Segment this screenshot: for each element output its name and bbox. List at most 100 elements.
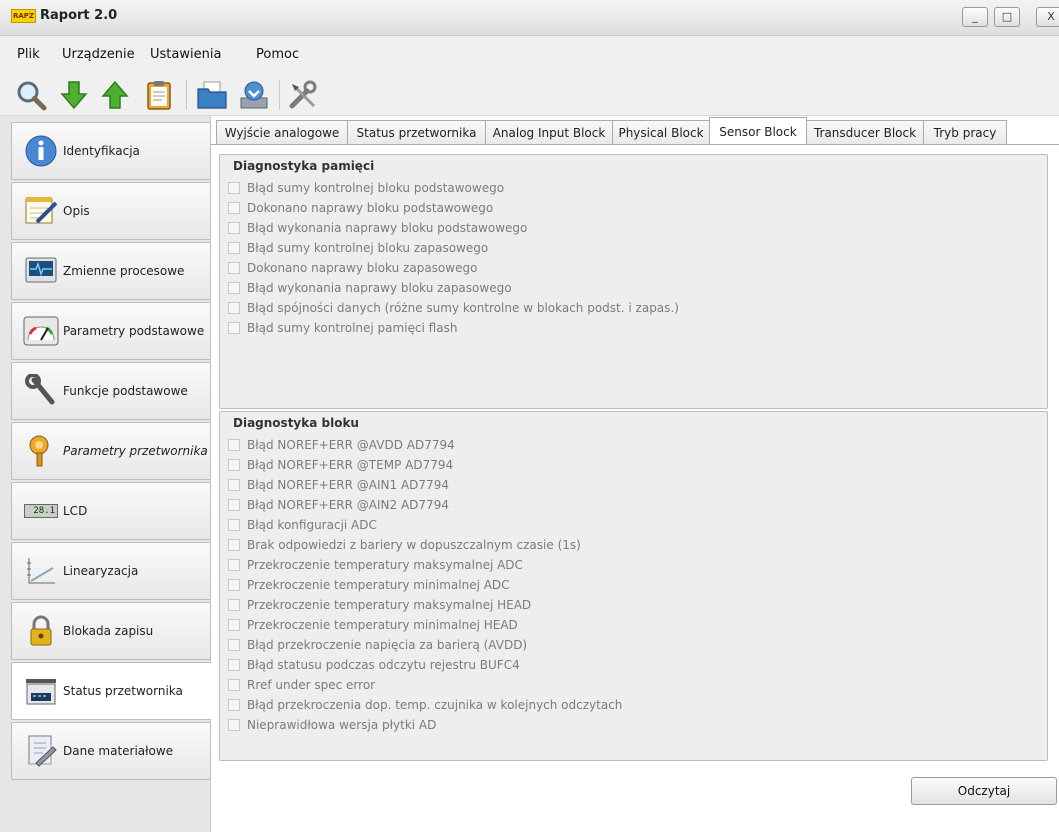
sidebar-item-parametry-podstawowe[interactable]: Parametry podstawowe bbox=[11, 302, 211, 360]
menu-bar: Plik Urządzenie Ustawienia Pomoc bbox=[0, 36, 1059, 72]
search-icon[interactable] bbox=[14, 78, 48, 112]
tab-transducer-block[interactable]: Transducer Block bbox=[806, 120, 924, 145]
document-icon bbox=[21, 731, 61, 771]
block-checkbox-row: Błąd przekroczenia dop. temp. czujnika w… bbox=[228, 696, 622, 714]
transmitter-icon bbox=[21, 431, 61, 471]
tab-sensor-block[interactable]: Sensor Block bbox=[709, 117, 807, 146]
sidebar-item-linearyzacja[interactable]: Linearyzacja bbox=[11, 542, 211, 600]
download-arrow-icon[interactable] bbox=[57, 78, 91, 112]
checkbox[interactable] bbox=[228, 579, 240, 591]
sidebar: Identyfikacja Opis Zmienne procesowe Par… bbox=[0, 116, 212, 832]
memory-checkbox-row: Błąd sumy kontrolnej pamięci flash bbox=[228, 319, 457, 337]
checkbox[interactable] bbox=[228, 699, 240, 711]
checkbox[interactable] bbox=[228, 639, 240, 651]
close-button[interactable]: X bbox=[1036, 7, 1059, 27]
memory-checkbox-row: Dokonano naprawy bloku podstawowego bbox=[228, 199, 493, 217]
monitor-pulse-icon bbox=[21, 251, 61, 291]
save-drive-icon[interactable] bbox=[237, 78, 271, 112]
tab-analog-input-block[interactable]: Analog Input Block bbox=[485, 120, 613, 145]
memory-checkbox-row: Błąd sumy kontrolnej bloku podstawowego bbox=[228, 179, 504, 197]
menu-pomoc[interactable]: Pomoc bbox=[256, 47, 299, 62]
wrench-icon bbox=[21, 371, 61, 411]
block-checkbox-row: Nieprawidłowa wersja płytki AD bbox=[228, 716, 436, 734]
memory-checkbox-row: Dokonano naprawy bloku zapasowego bbox=[228, 259, 477, 277]
padlock-icon bbox=[21, 611, 61, 651]
block-checkbox-row: Brak odpowiedzi z bariery w dopuszczalny… bbox=[228, 536, 581, 554]
sidebar-item-parametry-przetwornika[interactable]: Parametry przetwornika bbox=[11, 422, 211, 480]
checkbox[interactable] bbox=[228, 599, 240, 611]
memory-checkbox-row: Błąd wykonania naprawy bloku podstawoweg… bbox=[228, 219, 527, 237]
sidebar-item-identyfikacja[interactable]: Identyfikacja bbox=[11, 122, 211, 180]
gauge-icon bbox=[21, 311, 61, 351]
checkbox[interactable] bbox=[228, 619, 240, 631]
memory-checkbox-row: Błąd spójności danych (różne sumy kontro… bbox=[228, 299, 679, 317]
group-title: Diagnostyka pamięci bbox=[233, 159, 375, 173]
checkbox[interactable] bbox=[228, 182, 240, 194]
memory-checkbox-row: Błąd sumy kontrolnej bloku zapasowego bbox=[228, 239, 488, 257]
block-checkbox-row: Przekroczenie temperatury minimalnej ADC bbox=[228, 576, 510, 594]
block-checkbox-row: Przekroczenie temperatury maksymalnej AD… bbox=[228, 556, 523, 574]
tools-icon[interactable] bbox=[286, 78, 320, 112]
block-checkbox-row: Błąd NOREF+ERR @TEMP AD7794 bbox=[228, 456, 453, 474]
menu-ustawienia[interactable]: Ustawienia bbox=[150, 47, 221, 62]
window-title: Raport 2.0 bbox=[40, 8, 118, 23]
title-bar: RAPZ Raport 2.0 _ □ X bbox=[0, 0, 1059, 36]
checkbox[interactable] bbox=[228, 222, 240, 234]
clipboard-icon[interactable] bbox=[142, 78, 176, 112]
notepad-icon bbox=[21, 191, 61, 231]
checkbox[interactable] bbox=[228, 659, 240, 671]
block-checkbox-row: Rref under spec error bbox=[228, 676, 375, 694]
checkbox[interactable] bbox=[228, 459, 240, 471]
block-checkbox-row: Błąd statusu podczas odczytu rejestru BU… bbox=[228, 656, 520, 674]
checkbox[interactable] bbox=[228, 519, 240, 531]
upload-arrow-icon[interactable] bbox=[98, 78, 132, 112]
maximize-button[interactable]: □ bbox=[994, 7, 1020, 27]
menu-plik[interactable]: Plik bbox=[17, 47, 40, 62]
block-checkbox-row: Błąd konfiguracji ADC bbox=[228, 516, 377, 534]
checkbox[interactable] bbox=[228, 479, 240, 491]
block-checkbox-row: Błąd NOREF+ERR @AIN2 AD7794 bbox=[228, 496, 449, 514]
checkbox[interactable] bbox=[228, 282, 240, 294]
graph-icon bbox=[21, 551, 61, 591]
open-folder-icon[interactable] bbox=[195, 78, 229, 112]
status-device-icon bbox=[21, 671, 61, 711]
toolbar bbox=[0, 72, 1059, 116]
checkbox[interactable] bbox=[228, 559, 240, 571]
block-diagnostics-group: Diagnostyka bloku Błąd NOREF+ERR @AVDD A… bbox=[219, 411, 1048, 761]
checkbox[interactable] bbox=[228, 499, 240, 511]
checkbox[interactable] bbox=[228, 202, 240, 214]
sidebar-item-dane-materialowe[interactable]: Dane materiałowe bbox=[11, 722, 211, 780]
memory-checkbox-row: Błąd wykonania naprawy bloku zapasowego bbox=[228, 279, 512, 297]
block-checkbox-row: Błąd przekroczenie napięcia za barierą (… bbox=[228, 636, 527, 654]
checkbox[interactable] bbox=[228, 439, 240, 451]
sidebar-item-zmienne-procesowe[interactable]: Zmienne procesowe bbox=[11, 242, 211, 300]
checkbox[interactable] bbox=[228, 302, 240, 314]
checkbox[interactable] bbox=[228, 242, 240, 254]
checkbox[interactable] bbox=[228, 719, 240, 731]
lcd-icon: 28.1 bbox=[21, 491, 61, 531]
sidebar-item-funkcje-podstawowe[interactable]: Funkcje podstawowe bbox=[11, 362, 211, 420]
app-logo: RAPZ bbox=[11, 9, 36, 23]
checkbox[interactable] bbox=[228, 322, 240, 334]
block-checkbox-row: Przekroczenie temperatury minimalnej HEA… bbox=[228, 616, 518, 634]
sidebar-item-opis[interactable]: Opis bbox=[11, 182, 211, 240]
tab-bar: Wyjście analogowe Status przetwornika An… bbox=[216, 117, 1056, 146]
memory-diagnostics-group: Diagnostyka pamięci Błąd sumy kontrolnej… bbox=[219, 154, 1048, 409]
checkbox[interactable] bbox=[228, 539, 240, 551]
checkbox[interactable] bbox=[228, 679, 240, 691]
checkbox[interactable] bbox=[228, 262, 240, 274]
sidebar-item-status-przetwornika[interactable]: Status przetwornika bbox=[11, 662, 212, 720]
minimize-button[interactable]: _ bbox=[962, 7, 988, 27]
tab-physical-block[interactable]: Physical Block bbox=[612, 120, 710, 145]
tab-tryb-pracy[interactable]: Tryb pracy bbox=[923, 120, 1007, 145]
group-title: Diagnostyka bloku bbox=[233, 416, 359, 430]
read-button[interactable]: Odczytaj bbox=[911, 777, 1057, 805]
block-checkbox-row: Przekroczenie temperatury maksymalnej HE… bbox=[228, 596, 531, 614]
sidebar-item-blokada-zapisu[interactable]: Blokada zapisu bbox=[11, 602, 211, 660]
tab-panel: Diagnostyka pamięci Błąd sumy kontrolnej… bbox=[211, 144, 1059, 780]
sidebar-item-lcd[interactable]: 28.1 LCD bbox=[11, 482, 211, 540]
tab-status-przetwornika[interactable]: Status przetwornika bbox=[347, 120, 486, 145]
menu-urzadzenie[interactable]: Urządzenie bbox=[62, 47, 135, 62]
tab-wyjscie-analogowe[interactable]: Wyjście analogowe bbox=[216, 120, 348, 145]
block-checkbox-row: Błąd NOREF+ERR @AVDD AD7794 bbox=[228, 436, 455, 454]
